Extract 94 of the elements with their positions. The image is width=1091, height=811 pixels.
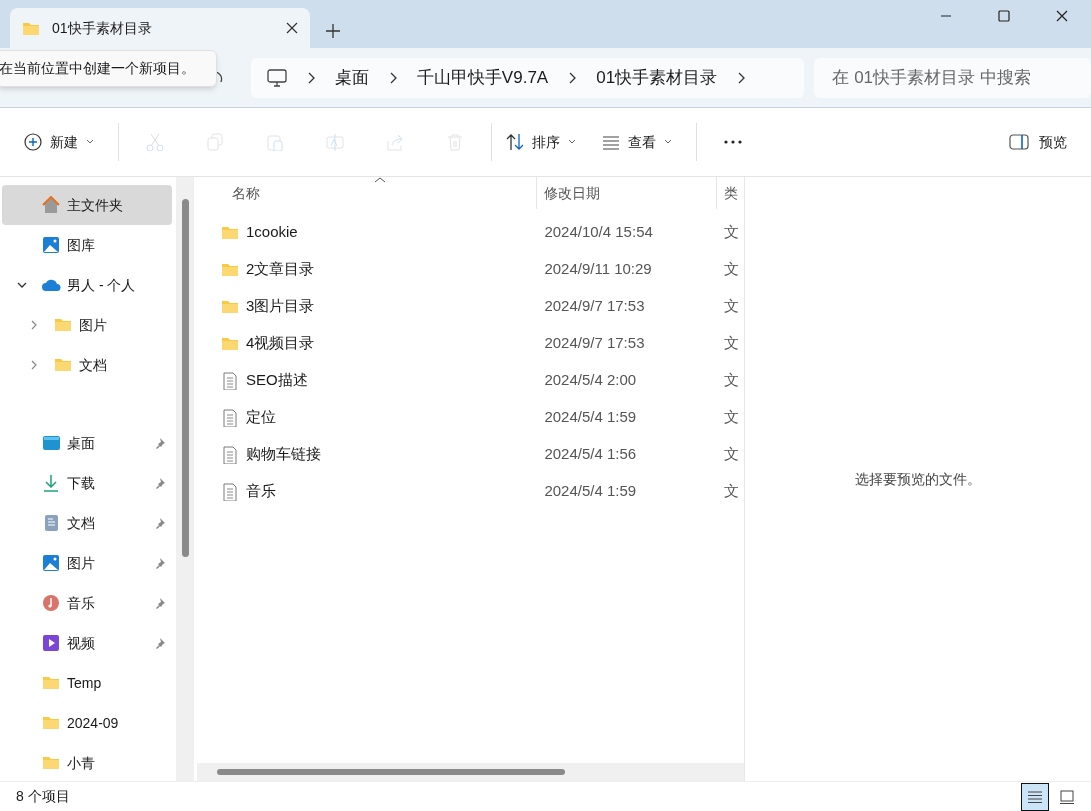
sidebar-item[interactable]: 文档: [2, 345, 172, 385]
sort-up-icon: [374, 177, 386, 183]
sidebar-item[interactable]: 2024-09: [2, 703, 172, 743]
scrollbar-thumb[interactable]: [181, 199, 189, 557]
sidebar-item[interactable]: 男人 - 个人: [2, 265, 172, 305]
sidebar-item[interactable]: 图片: [2, 543, 172, 583]
file-name[interactable]: 音乐: [246, 480, 276, 503]
column-header[interactable]: 名称: [197, 177, 537, 209]
table-cell-text: 2024/5/4 2:00: [543, 370, 638, 391]
table-cell-text: 2024/9/11 10:29: [543, 259, 653, 280]
video-icon: [42, 634, 61, 652]
document-icon: [221, 445, 239, 464]
sidebar-item[interactable]: 图片: [2, 305, 172, 345]
table-cell-text: 2024/9/7 17:53: [543, 296, 646, 317]
table-cell-text: 文: [723, 222, 741, 243]
new-button[interactable]: 新建: [16, 122, 102, 162]
sidebar-item[interactable]: 主文件夹: [2, 185, 172, 225]
document-icon: [221, 371, 239, 390]
breadcrumb-item[interactable]: 桌面: [334, 64, 369, 91]
sidebar-item[interactable]: 小青: [2, 743, 172, 783]
item-count: 8 个项目: [16, 787, 70, 806]
table-cell-text: 文: [723, 481, 741, 502]
sidebar-item[interactable]: 图库: [2, 225, 172, 265]
download-icon: [42, 474, 61, 492]
folder-icon: [54, 316, 73, 334]
file-name[interactable]: 1cookie: [246, 221, 298, 244]
caret-icon: [86, 139, 94, 145]
breadcrumb-item[interactable]: 千山甲快手V9.7A: [416, 64, 549, 91]
file-name[interactable]: 3图片目录: [246, 295, 315, 318]
column-header[interactable]: 修改日期: [536, 177, 717, 209]
document-icon: [42, 514, 61, 532]
plus-icon: [326, 24, 340, 38]
home-icon: [42, 196, 61, 214]
folder-icon: [42, 674, 61, 692]
table-cell-text: 文: [723, 370, 741, 391]
file-name[interactable]: SEO描述: [246, 369, 308, 392]
music-note-icon: [42, 594, 61, 612]
chevron-right-icon: [31, 320, 37, 330]
chevron-right-icon: [737, 71, 746, 84]
file-name[interactable]: 定位: [246, 406, 276, 429]
folder-icon: [42, 754, 61, 772]
caret-icon: [664, 139, 672, 145]
close-icon: [286, 22, 298, 34]
table-cell-text: 文: [723, 333, 741, 354]
sidebar-item[interactable]: Temp: [2, 663, 172, 703]
search-field[interactable]: 在 01快手素材目录 中搜索: [814, 57, 1091, 98]
document-icon: [221, 408, 239, 427]
chevron-right-icon: [388, 71, 397, 84]
table-cell-text: 2024/9/7 17:53: [543, 333, 646, 354]
file-name[interactable]: 4视频目录: [246, 332, 315, 355]
lines-icon: [1028, 790, 1042, 803]
tooltip: 在当前位置中创建一个新项目。: [0, 50, 217, 87]
sidebar-item[interactable]: 文档: [2, 503, 172, 543]
picture-icon: [42, 236, 61, 254]
column-header[interactable]: 类: [716, 177, 744, 209]
table-cell-text: 2024/10/4 15:54: [543, 222, 654, 243]
table-cell-text: 文: [723, 259, 741, 280]
table-cell-text: 文: [723, 444, 741, 465]
file-name[interactable]: 购物车链接: [246, 443, 321, 466]
view-button[interactable]: 查看: [594, 122, 680, 162]
address-bar[interactable]: 桌面 千山甲快手V9.7A 01快手素材目录: [250, 57, 805, 98]
folder-icon: [54, 356, 73, 374]
sidebar-item[interactable]: 下载: [2, 463, 172, 503]
sidebar-item[interactable]: 音乐: [2, 583, 172, 623]
chevron-right-icon: [306, 71, 315, 84]
sidebar-item[interactable]: 视频: [2, 623, 172, 663]
maximize-icon: [998, 10, 1010, 22]
computer-icon: [266, 68, 287, 87]
folder-icon: [42, 714, 61, 732]
sort-button[interactable]: 排序: [498, 122, 584, 162]
details-view-button[interactable]: [1021, 782, 1049, 811]
folder-icon: [22, 20, 40, 36]
chevron-right-icon: [568, 71, 577, 84]
preview-message: 选择要预览的文件。: [855, 469, 981, 489]
square-icon: [1060, 789, 1074, 804]
preview-button[interactable]: 预览: [1001, 122, 1075, 162]
close-icon: [1056, 10, 1068, 22]
breadcrumb-item[interactable]: 01快手素材目录: [596, 64, 718, 91]
table-cell-text: 2024/5/4 1:59: [543, 407, 638, 428]
table-cell-text: 文: [723, 296, 741, 317]
scrollbar-thumb[interactable]: [217, 769, 565, 775]
table-cell-text: 2024/5/4 1:56: [543, 444, 638, 465]
chevron-down-icon: [17, 282, 27, 288]
caret-icon: [568, 139, 576, 145]
table-cell-text: 文: [723, 407, 741, 428]
document-icon: [221, 482, 239, 501]
preview-pane-icon: [1009, 134, 1029, 150]
chevron-right-icon: [31, 360, 37, 370]
file-name[interactable]: 2文章目录: [246, 258, 315, 281]
desktop-icon: [42, 434, 61, 452]
sidebar-item[interactable]: 桌面: [2, 423, 172, 463]
table-cell-text: 2024/5/4 1:59: [543, 481, 638, 502]
tab[interactable]: 01快手素材目录: [10, 8, 310, 48]
picture-icon: [42, 554, 61, 572]
